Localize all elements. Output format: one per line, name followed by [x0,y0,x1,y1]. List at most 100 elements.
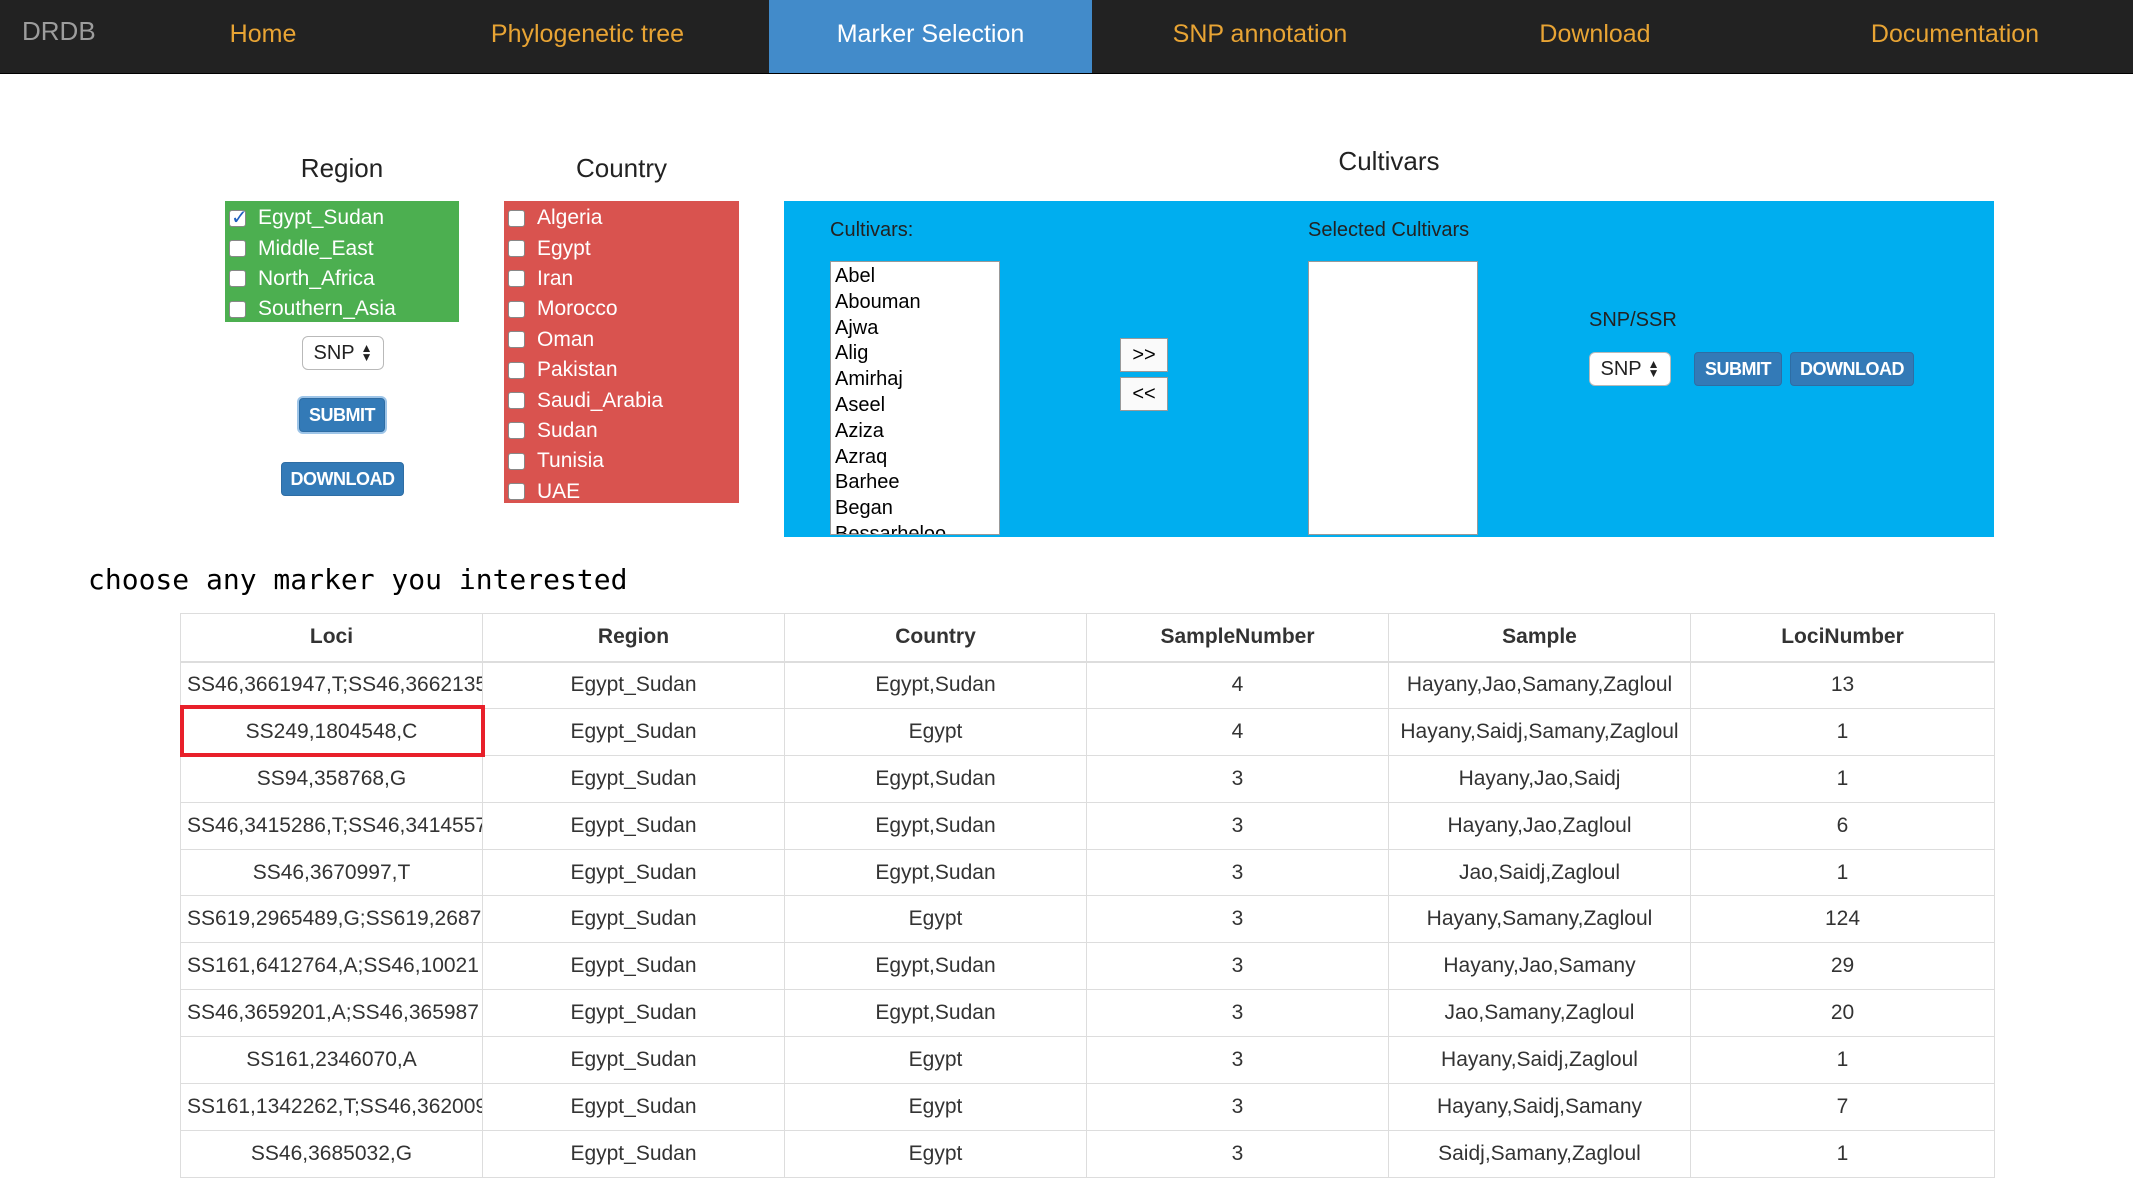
region-submit-button[interactable]: SUBMIT [299,398,385,432]
updown-arrows-icon: ▲ ▼ [360,341,373,364]
country-checkbox[interactable] [508,270,525,288]
sample-cell: Hayany,Saidj,Samany [1388,1083,1691,1131]
region-option[interactable]: Egypt_Sudan [225,203,459,233]
table-row[interactable]: SS46,3415286,T;SS46,3414557 Egypt_Sudan Eg… [180,801,1995,850]
cultivar-option[interactable]: Alig [835,341,999,367]
cultivar-option[interactable]: Barhee [835,470,999,496]
cultivars-list-label: Cultivars: [830,219,914,241]
loci-cell: SS46,3661947,T;SS46,3662135 [180,661,483,709]
samplenumber-cell: 3 [1086,1036,1389,1085]
country-checkbox[interactable] [508,452,525,470]
cultivar-option[interactable]: Amirhaj [835,367,999,393]
country-option[interactable]: Iran [504,264,739,294]
table-row[interactable]: SS161,2346070,A Egypt_Sudan Egypt 3 Hayany,S… [180,1036,1995,1085]
region-cell: Egypt_Sudan [482,989,785,1038]
table-row[interactable]: SS161,6412764,A;SS46,10021 Egypt_Sudan Egy… [180,942,1995,991]
country-checkbox[interactable] [508,361,525,379]
cultivar-marker-select[interactable]: SNP ▲ ▼ [1589,352,1671,386]
cultivars-listbox[interactable]: Abel Abouman Ajwa Alig Amirhaj Aseel Azi… [830,261,1000,535]
table-row[interactable]: SS46,3661947,T;SS46,3662135 Egypt_Sudan Eg… [180,661,1995,709]
country-option[interactable]: Algeria [504,203,739,233]
samplenumber-cell: 4 [1086,661,1389,709]
country-option[interactable]: UAE [504,477,739,507]
country-checkbox[interactable] [508,300,525,318]
country-cell: Egypt [784,1036,1087,1085]
nav-snp-annotation[interactable]: SNP annotation [1150,0,1370,73]
country-cell: Egypt,Sudan [784,661,1087,709]
cultivar-option[interactable]: Aziza [835,419,999,445]
sample-cell: Hayany,Jao,Samany [1388,942,1691,991]
region-option-label: North_Africa [258,266,375,290]
cultivar-option[interactable]: Abouman [835,290,999,316]
country-option[interactable]: Egypt [504,233,739,263]
country-option[interactable]: Tunisia [504,446,739,476]
add-cultivar-button[interactable]: >> [1120,338,1168,372]
loci-cell: SS161,6412764,A;SS46,10021 [180,942,483,991]
table-row[interactable]: SS249,1804548,C Egypt_Sudan Egypt 4 Hayany,S… [180,707,1995,756]
country-checkbox[interactable] [508,483,525,501]
region-cell: Egypt_Sudan [482,1129,785,1178]
selected-cultivars-label: Selected Cultivars [1308,219,1470,241]
locinumber-cell: 1 [1690,707,1995,756]
samplenumber-cell: 3 [1086,895,1389,944]
nav-download[interactable]: Download [1520,0,1670,73]
region-checkbox[interactable] [229,300,246,318]
col-header-region[interactable]: Region [482,613,785,663]
sample-cell: Jao,Samany,Zagloul [1388,989,1691,1038]
table-row[interactable]: SS46,3685032,G Egypt_Sudan Egypt 3 Saidj,Sam… [180,1129,1995,1178]
region-cell: Egypt_Sudan [482,661,785,709]
region-option-label: Egypt_Sudan [258,206,385,230]
table-row[interactable]: SS46,3670997,T Egypt_Sudan Egypt,Sudan 3 Jao… [180,848,1995,897]
country-option[interactable]: Morocco [504,294,739,324]
region-cell: Egypt_Sudan [482,848,785,897]
cultivar-option[interactable]: Bessarheloo [835,522,999,534]
region-option[interactable]: Southern_Asia [225,294,459,324]
country-checkbox[interactable] [508,422,525,440]
cultivar-option[interactable]: Abel [835,264,999,290]
table-row[interactable]: SS161,1342262,T;SS46,362009 Egypt_Sudan Eg… [180,1083,1995,1131]
cultivar-option[interactable]: Aseel [835,393,999,419]
region-checkbox[interactable] [229,270,246,288]
col-header-country[interactable]: Country [784,613,1087,663]
region-checkbox[interactable] [229,240,246,258]
country-checkbox[interactable] [508,392,525,410]
cultivar-download-button[interactable]: DOWNLOAD [1790,352,1914,386]
region-cell: Egypt_Sudan [482,1083,785,1131]
cultivar-option[interactable]: Azraq [835,445,999,471]
country-option[interactable]: Saudi_Arabia [504,385,739,415]
nav-home[interactable]: Home [183,0,343,73]
region-download-button[interactable]: DOWNLOAD [281,462,404,496]
table-row[interactable]: SS46,3659201,A;SS46,365987 Egypt_Sudan Egy… [180,989,1995,1038]
region-option-label: Southern_Asia [258,297,396,321]
cultivar-option[interactable]: Began [835,496,999,522]
brand-logo[interactable]: DRDB [22,16,96,47]
region-marker-select[interactable]: SNP ▲ ▼ [302,336,384,370]
nav-marker-selection[interactable]: Marker Selection [769,0,1092,73]
col-header-loci[interactable]: Loci [180,613,483,663]
country-option[interactable]: Pakistan [504,355,739,385]
region-option[interactable]: North_Africa [225,264,459,294]
nav-phylogenetic-tree[interactable]: Phylogenetic tree [455,0,720,73]
col-header-locinumber[interactable]: LociNumber [1690,613,1995,663]
country-cell: Egypt,Sudan [784,942,1087,991]
country-checkbox[interactable] [508,331,525,349]
country-option[interactable]: Sudan [504,416,739,446]
col-header-samplenumber[interactable]: SampleNumber [1086,613,1389,663]
sample-cell: Jao,Saidj,Zagloul [1388,848,1691,897]
region-option[interactable]: Middle_East [225,233,459,263]
cultivar-option[interactable]: Ajwa [835,316,999,342]
table-row[interactable]: SS619,2965489,G;SS619,2687 Egypt_Sudan Egy… [180,895,1995,944]
country-option[interactable]: Oman [504,325,739,355]
sample-cell: Hayany,Saidj,Zagloul [1388,1036,1691,1085]
region-checkbox[interactable] [229,205,248,230]
selected-cultivars-listbox[interactable] [1308,261,1478,535]
cultivar-submit-button[interactable]: SUBMIT [1694,352,1782,386]
country-checkbox[interactable] [508,240,525,258]
remove-cultivar-button[interactable]: << [1120,377,1168,411]
col-header-sample[interactable]: Sample [1388,613,1691,663]
country-checkbox[interactable] [508,209,525,227]
region-cell: Egypt_Sudan [482,707,785,756]
nav-documentation[interactable]: Documentation [1855,0,2055,73]
loci-cell: SS46,3659201,A;SS46,365987 [180,989,483,1038]
table-row[interactable]: SS94,358768,G Egypt_Sudan Egypt,Sudan 3 Haya… [180,754,1995,803]
